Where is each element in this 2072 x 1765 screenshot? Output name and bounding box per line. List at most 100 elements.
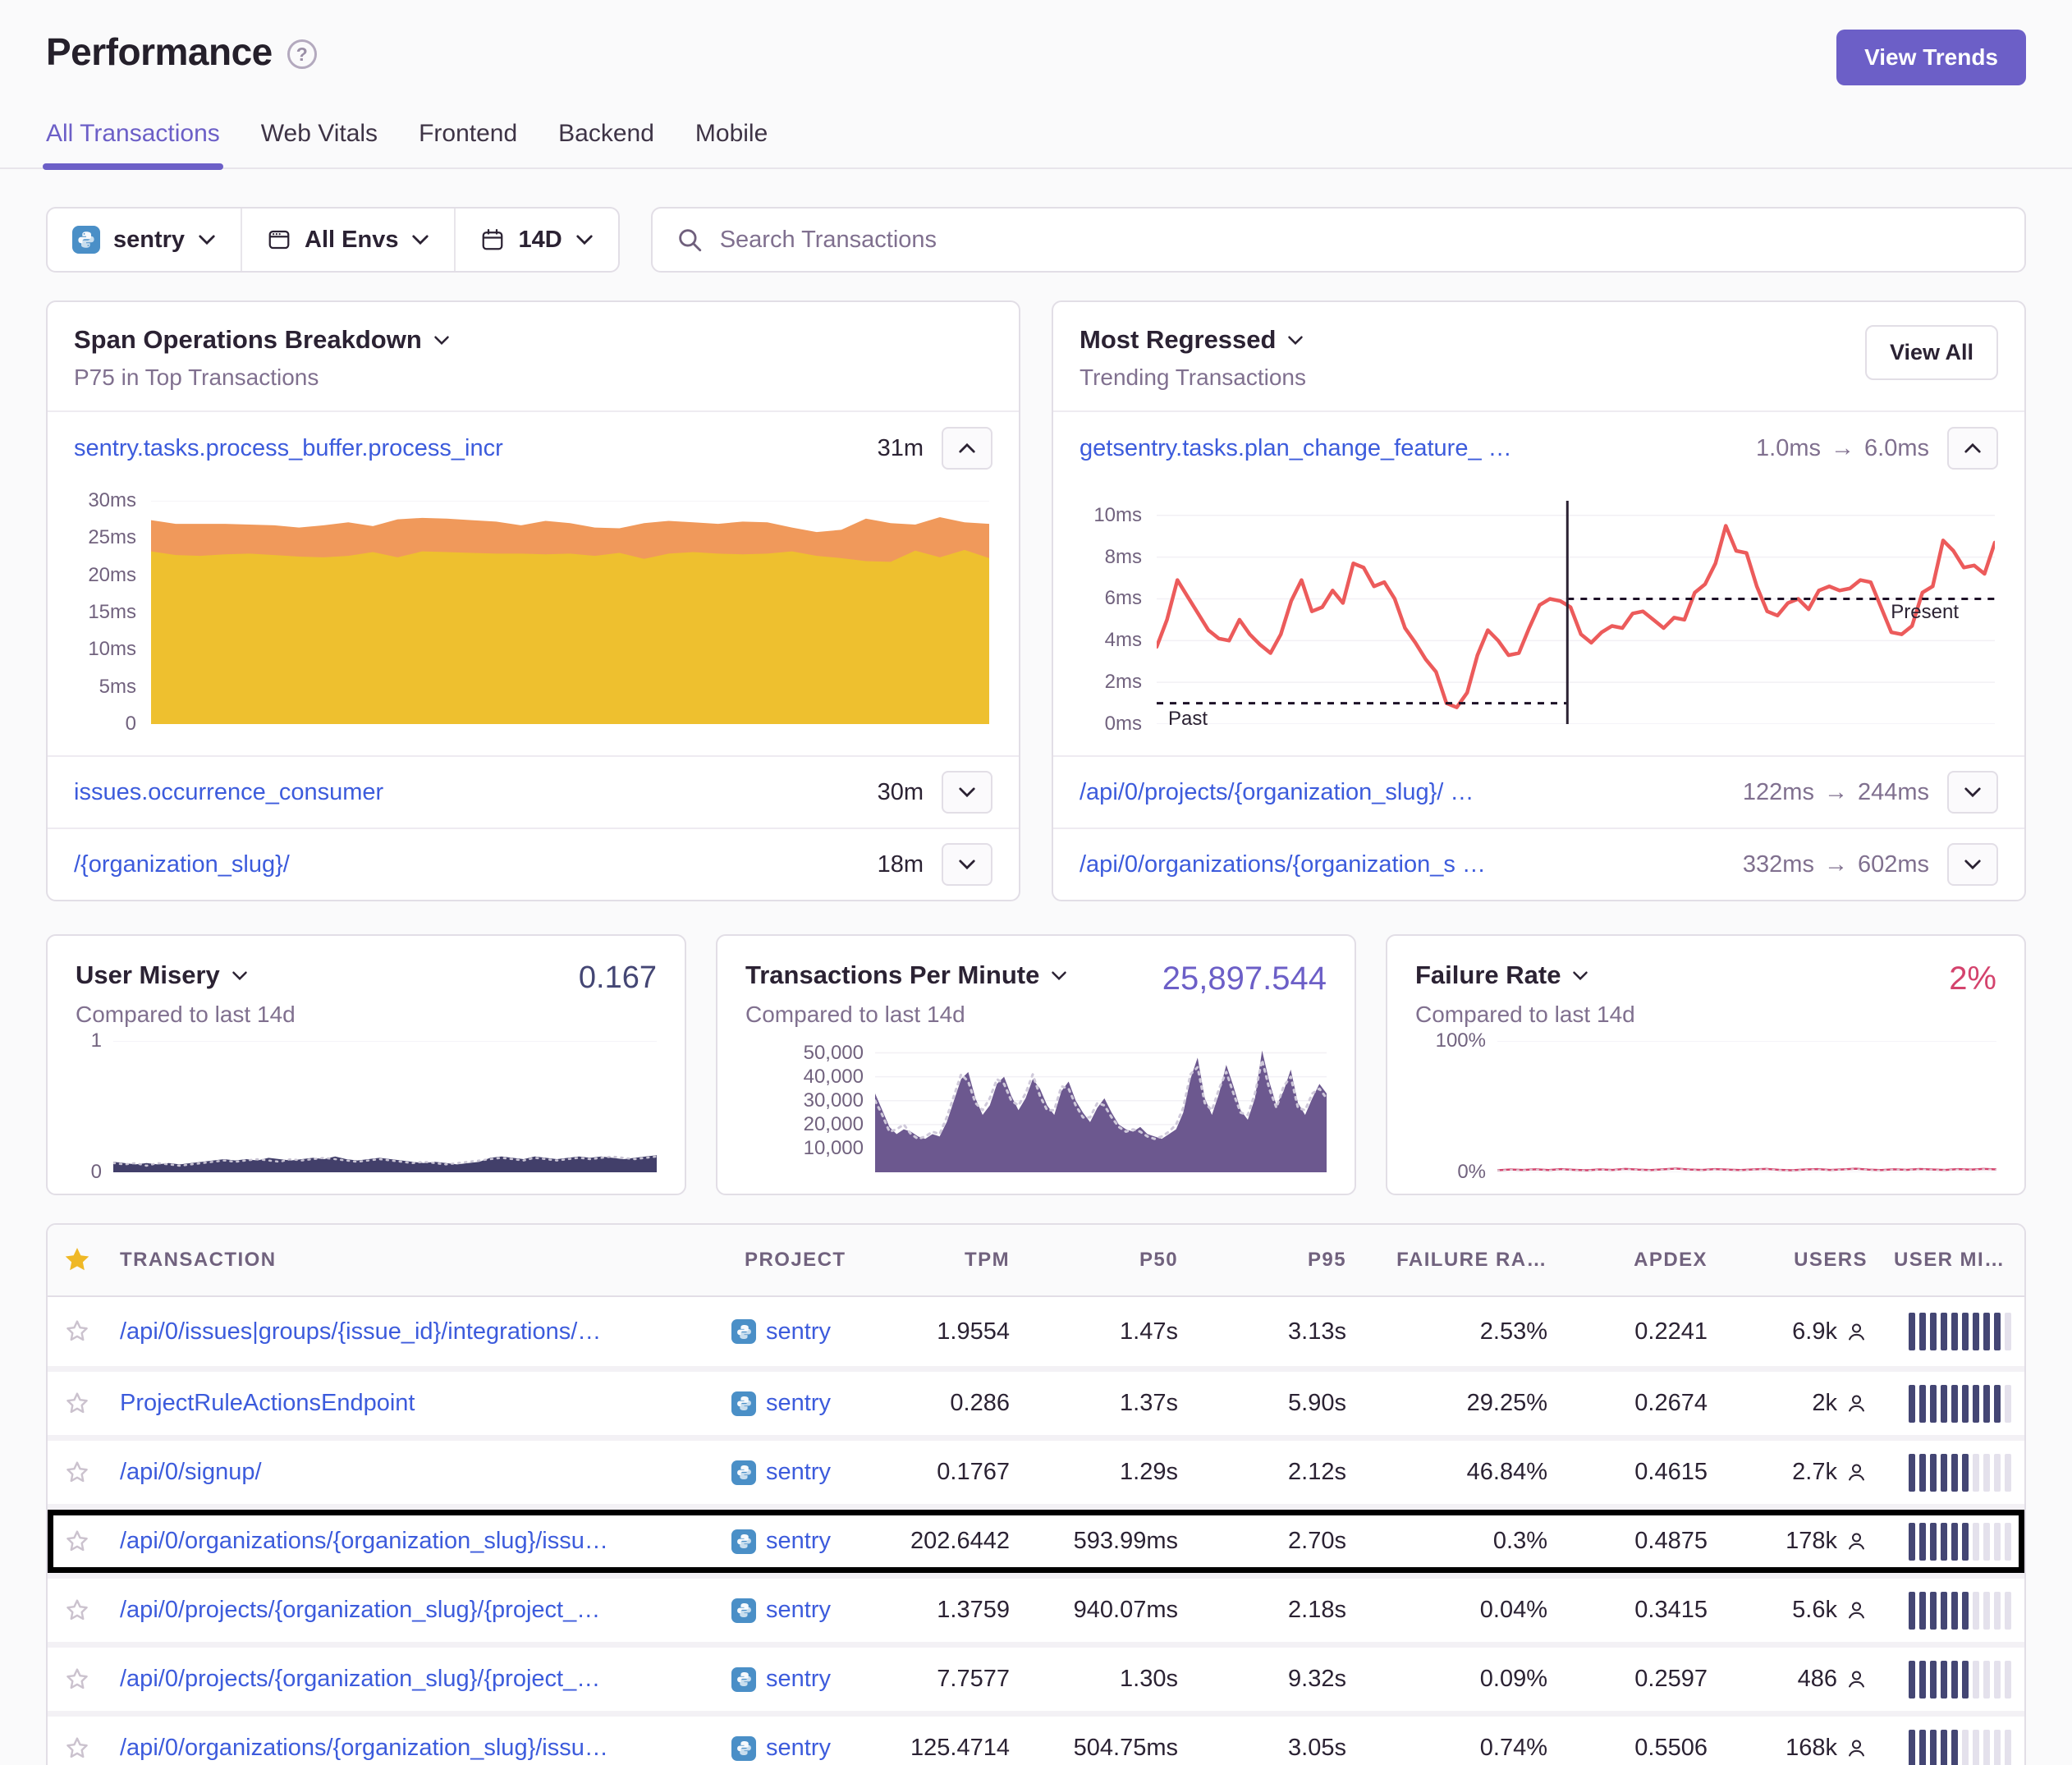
table-row[interactable]: /api/0/signup/ sentry 0.1767 1.29s 2.12s… (48, 1435, 2024, 1504)
arrow-right-icon: → (1824, 851, 1848, 878)
column-header-users[interactable]: Users (1721, 1249, 1881, 1272)
p50-cell: 1.37s (1023, 1390, 1191, 1417)
tab-backend[interactable]: Backend (558, 120, 654, 167)
transaction-link: /api/0/issues|groups/{issue_id}/integrat… (107, 1318, 731, 1346)
column-header-p50[interactable]: P50 (1023, 1249, 1191, 1272)
project-link: sentry (731, 1390, 892, 1417)
apdex-cell: 0.3415 (1561, 1597, 1721, 1624)
transaction-link: /api/0/organizations/{organization_slug}… (107, 1735, 731, 1762)
column-header-transaction[interactable]: Transaction (107, 1249, 731, 1272)
python-project-icon (731, 1460, 756, 1485)
expand-button[interactable] (942, 771, 992, 814)
tab-web-vitals[interactable]: Web Vitals (261, 120, 378, 167)
favorite-star-button[interactable] (48, 1735, 107, 1763)
table-row[interactable]: /api/0/issues|groups/{issue_id}/integrat… (48, 1297, 2024, 1366)
expand-button[interactable] (1947, 771, 1998, 814)
regressed-item-link[interactable]: /api/0/projects/{organization_slug}/ … (1080, 779, 1725, 806)
user-misery-title-dropdown[interactable]: User Misery (76, 960, 296, 990)
favorite-star-button[interactable] (48, 1666, 107, 1694)
column-header-p95[interactable]: P95 (1191, 1249, 1359, 1272)
failure-rate-card: Failure Rate Compared to last 14d 2% 100… (1386, 934, 2026, 1195)
environment-filter[interactable]: All Envs (241, 209, 454, 271)
p95-cell: 2.12s (1191, 1459, 1359, 1486)
column-header-failure-rate[interactable]: Failure Ra… (1359, 1249, 1561, 1272)
transactions-table: Transaction Project TPM P50 P95 Failure … (46, 1223, 2026, 1765)
axis-tick-label: 0% (1457, 1161, 1486, 1184)
most-regressed-chart: 10ms8ms6ms4ms2ms0ms Past Present (1053, 484, 2024, 755)
most-regressed-subtitle: Trending Transactions (1080, 364, 1306, 391)
search-icon (676, 226, 704, 254)
user-misery-cell (1881, 1661, 2024, 1699)
failure-rate-cell: 2.53% (1359, 1318, 1561, 1346)
favorite-star-button[interactable] (48, 1390, 107, 1418)
apdex-cell: 0.5506 (1561, 1735, 1721, 1762)
expand-button[interactable] (1947, 843, 1998, 886)
table-row[interactable]: /api/0/projects/{organization_slug}/{pro… (48, 1573, 2024, 1642)
column-header-apdex[interactable]: Apdex (1561, 1249, 1721, 1272)
environment-filter-label: All Envs (305, 227, 398, 254)
table-row[interactable]: /api/0/organizations/{organization_slug}… (48, 1711, 2024, 1765)
star-column-header[interactable] (48, 1245, 107, 1275)
column-header-user-misery[interactable]: User Misery ↓ (1881, 1249, 2024, 1272)
p95-cell: 2.70s (1191, 1528, 1359, 1555)
tab-all-transactions[interactable]: All Transactions (46, 120, 220, 167)
axis-tick-label: 40,000 (804, 1066, 864, 1089)
python-project-icon (731, 1529, 756, 1554)
span-item-link[interactable]: sentry.tasks.process_buffer.process_incr (74, 435, 860, 462)
chevron-down-icon (1051, 970, 1067, 981)
regressed-item-expanded: getsentry.tasks.plan_change_feature_ … 1… (1053, 412, 2024, 484)
trend-change-value: 332ms → 602ms (1743, 851, 1929, 878)
p50-cell: 940.07ms (1023, 1597, 1191, 1624)
tab-mobile[interactable]: Mobile (695, 120, 768, 167)
trend-change-value: 1.0ms → 6.0ms (1756, 435, 1929, 462)
p95-cell: 3.13s (1191, 1318, 1359, 1346)
user-misery-bars (1909, 1454, 2011, 1492)
regressed-item-link[interactable]: /api/0/organizations/{organization_s … (1080, 851, 1725, 878)
span-operations-card: Span Operations Breakdown P75 in Top Tra… (46, 300, 1020, 901)
span-operations-subtitle: P75 in Top Transactions (74, 364, 450, 391)
span-operations-title-dropdown[interactable]: Span Operations Breakdown (74, 325, 450, 355)
help-icon[interactable]: ? (287, 39, 317, 69)
project-filter[interactable]: sentry (48, 209, 241, 271)
axis-tick-label: 2ms (1105, 671, 1142, 694)
table-row[interactable]: /api/0/projects/{organization_slug}/{pro… (48, 1642, 2024, 1711)
span-item-link[interactable]: /{organization_slug}/ (74, 851, 860, 878)
favorite-star-button[interactable] (48, 1528, 107, 1556)
chevron-down-icon (231, 970, 248, 981)
user-misery-bars (1909, 1730, 2011, 1765)
failure-rate-title-dropdown[interactable]: Failure Rate (1415, 960, 1635, 990)
tpm-cell: 0.286 (892, 1390, 1023, 1417)
table-row[interactable]: /api/0/organizations/{organization_slug}… (48, 1504, 2024, 1573)
chevron-down-icon (411, 234, 429, 245)
favorite-star-button[interactable] (48, 1318, 107, 1346)
collapse-button[interactable] (942, 427, 992, 470)
column-header-project[interactable]: Project (731, 1249, 892, 1272)
page-title: Performance (46, 30, 273, 74)
most-regressed-title-dropdown[interactable]: Most Regressed (1080, 325, 1306, 355)
chevron-up-icon (958, 442, 976, 454)
regressed-item-row: /api/0/projects/{organization_slug}/ … 1… (1053, 755, 2024, 827)
collapse-button[interactable] (1947, 427, 1998, 470)
star-outline-icon (63, 1666, 91, 1694)
column-header-tpm[interactable]: TPM (892, 1249, 1023, 1272)
span-item-expanded: sentry.tasks.process_buffer.process_incr… (48, 412, 1019, 484)
tpm-cell: 1.3759 (892, 1597, 1023, 1624)
view-all-button[interactable]: View All (1865, 325, 1998, 380)
search-input[interactable] (720, 227, 2001, 254)
p50-cell: 504.75ms (1023, 1735, 1191, 1762)
date-range-filter[interactable]: 14D (454, 209, 617, 271)
axis-tick-label: 1 (91, 1029, 102, 1052)
expand-button[interactable] (942, 843, 992, 886)
view-trends-button[interactable]: View Trends (1836, 30, 2026, 85)
regressed-item-link[interactable]: getsentry.tasks.plan_change_feature_ … (1080, 435, 1738, 462)
table-row[interactable]: ProjectRuleActionsEndpoint sentry 0.286 … (48, 1366, 2024, 1435)
tab-frontend[interactable]: Frontend (419, 120, 517, 167)
tpm-title-dropdown[interactable]: Transactions Per Minute (745, 960, 1067, 990)
span-item-link[interactable]: issues.occurrence_consumer (74, 779, 860, 806)
date-range-filter-label: 14D (518, 227, 562, 254)
axis-tick-label: 0ms (1105, 713, 1142, 736)
favorite-star-button[interactable] (48, 1459, 107, 1487)
tpm-value: 25,897.544 (1162, 960, 1327, 997)
favorite-star-button[interactable] (48, 1597, 107, 1625)
tpm-cell: 0.1767 (892, 1459, 1023, 1486)
